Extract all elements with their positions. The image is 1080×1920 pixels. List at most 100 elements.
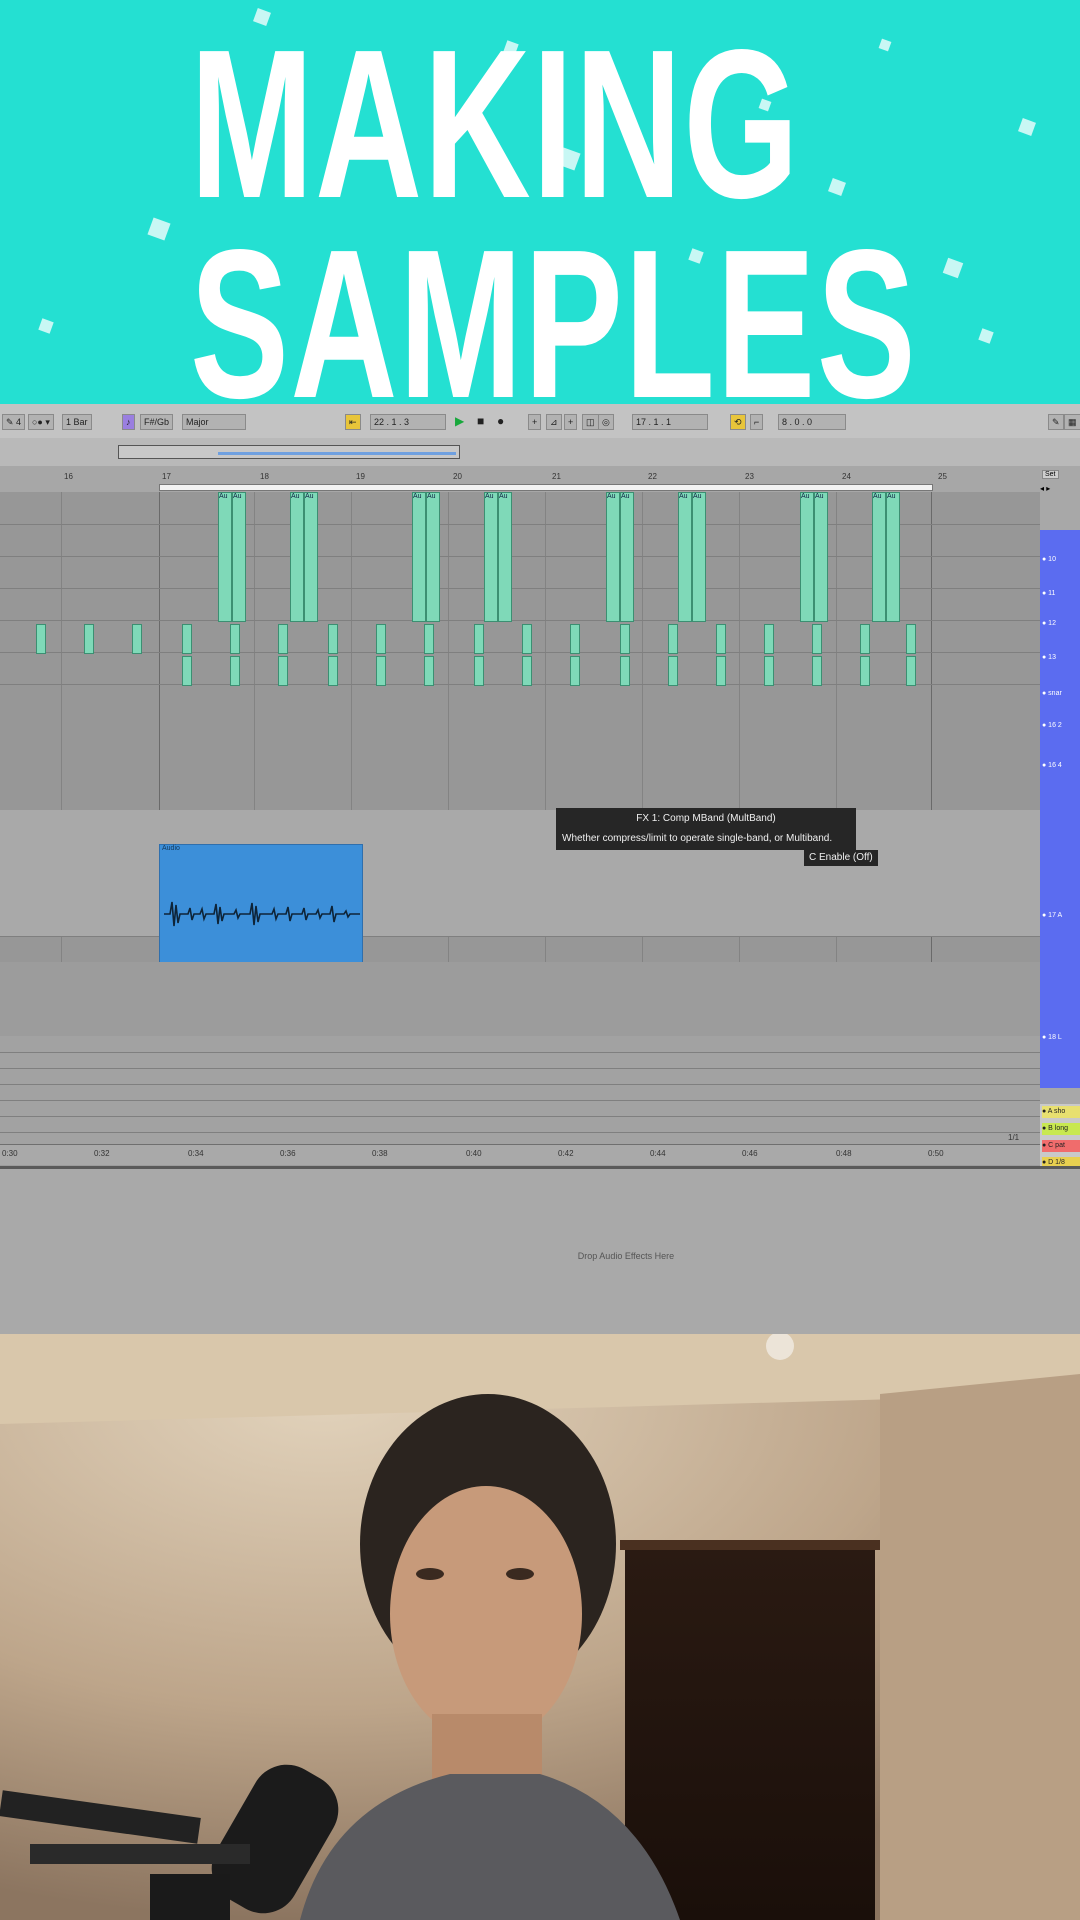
arrangement-view[interactable]: Au Au Au Au Au Au Au Au Au Au Au Au Au Au Au Au Audio F… [0,492,1040,962]
track-lane[interactable] [0,620,1040,653]
drum-audio-clip[interactable]: Au [412,492,426,622]
midi-clip[interactable] [376,624,386,654]
midi-clip[interactable] [764,624,774,654]
time-ruler[interactable]: 0:30 0:32 0:34 0:36 0:38 0:40 0:42 0:44 … [0,1133,1040,1165]
follow-toggle[interactable]: ✎ 4 [2,414,26,430]
midi-clip[interactable] [906,656,916,686]
loop-switch[interactable]: ⟲ [730,414,746,430]
drum-audio-clip[interactable]: Au [304,492,318,622]
overdub-button[interactable]: + [528,414,542,430]
midi-clip[interactable] [860,656,870,686]
drum-audio-clip[interactable]: Au [678,492,692,622]
drum-audio-clip[interactable]: Au [290,492,304,622]
return-track-name[interactable]: ● A sho [1042,1106,1080,1118]
midi-clip[interactable] [278,656,288,686]
track-lane[interactable] [0,652,1040,685]
track-name[interactable]: ● 16 2 [1042,720,1080,732]
midi-clip[interactable] [860,624,870,654]
midi-clip[interactable] [668,656,678,686]
view-toggle-icon[interactable]: ▦ [1064,414,1080,430]
track-name[interactable]: ● 18 L [1042,1032,1080,1044]
midi-clip[interactable] [716,656,726,686]
midi-clip[interactable] [474,624,484,654]
drum-audio-clip[interactable]: Au [620,492,634,622]
device-view[interactable]: Drop Audio Effects Here [0,1166,1080,1337]
metronome-button[interactable]: ◎ [598,414,614,430]
punch-in-button[interactable]: ⌐ [750,414,764,430]
track-name[interactable]: ● snar [1042,688,1080,700]
track-name[interactable]: ● 13 [1042,652,1080,664]
set-button[interactable]: Set [1042,470,1059,479]
scale-selector[interactable]: Major [182,414,246,430]
drum-audio-clip[interactable]: Au [814,492,828,622]
loop-brace[interactable] [159,484,933,491]
track-name[interactable]: ● 10 [1042,554,1080,566]
scale-icon[interactable]: ♪ [122,414,135,430]
midi-clip[interactable] [716,624,726,654]
track-lane[interactable] [0,936,1040,962]
play-button[interactable]: ▶ [452,414,467,428]
midi-clip[interactable] [570,624,580,654]
midi-clip[interactable] [522,656,532,686]
track-name[interactable]: ● 17 A [1042,910,1080,922]
midi-clip[interactable] [376,656,386,686]
stop-button[interactable]: ■ [474,414,487,428]
key-selector[interactable]: F#/Gb [140,414,174,430]
midi-clip[interactable] [522,624,532,654]
track-name[interactable]: ● 16 4 [1042,760,1080,772]
midi-clip[interactable] [182,624,192,654]
drum-audio-clip[interactable]: Au [872,492,886,622]
track-lane-selected[interactable] [0,810,1040,937]
midi-clip[interactable] [230,656,240,686]
drum-audio-clip[interactable]: Au [218,492,232,622]
midi-clip[interactable] [474,656,484,686]
record-quantize-menu[interactable]: ○● ▾ [28,414,54,430]
midi-clip[interactable] [230,624,240,654]
drum-audio-clip[interactable]: Au [692,492,706,622]
midi-clip[interactable] [812,656,822,686]
audio-clip[interactable]: Audio [159,844,363,962]
midi-clip[interactable] [812,624,822,654]
midi-clip[interactable] [84,624,94,654]
midi-clip[interactable] [278,624,288,654]
track-nav-arrows[interactable]: ◂ ▸ [1040,484,1080,494]
return-track-name[interactable]: ● C pat [1042,1140,1080,1152]
loop-length-field[interactable]: 8 . 0 . 0 [778,414,846,430]
automation-arm-button[interactable]: ⊿ [546,414,562,430]
record-button[interactable]: ● [494,414,507,428]
midi-clip[interactable] [36,624,46,654]
midi-clip[interactable] [620,624,630,654]
draw-mode-icon[interactable]: ✎ [1048,414,1064,430]
track-name[interactable]: ● 11 [1042,588,1080,600]
track-name[interactable]: ● 12 [1042,618,1080,630]
beat-time-ruler[interactable]: 16 17 18 19 20 21 22 23 24 25 [0,466,1040,493]
drum-audio-clip[interactable]: Au [886,492,900,622]
midi-clip[interactable] [424,656,434,686]
midi-clip[interactable] [424,624,434,654]
track-lane[interactable] [0,684,1040,811]
back-to-arrangement-button[interactable]: ⇤ [345,414,361,430]
drum-audio-clip[interactable]: Au [232,492,246,622]
drum-audio-clip[interactable]: Au [426,492,440,622]
drum-audio-clip[interactable]: Au [606,492,620,622]
midi-clip[interactable] [620,656,630,686]
quantize-menu[interactable]: 1 Bar [62,414,92,430]
midi-clip[interactable] [906,624,916,654]
midi-clip[interactable] [182,656,192,686]
midi-clip[interactable] [764,656,774,686]
return-track-name[interactable]: ● B long [1042,1123,1080,1135]
midi-clip[interactable] [570,656,580,686]
song-position-field[interactable]: 22 . 1 . 3 [370,414,446,430]
drum-audio-clip[interactable]: Au [498,492,512,622]
drum-audio-clip[interactable]: Au [800,492,814,622]
midi-clip[interactable] [668,624,678,654]
session-record-button[interactable]: + [564,414,578,430]
drum-audio-clip[interactable]: Au [484,492,498,622]
midi-clip[interactable] [328,624,338,654]
return-tracks-area[interactable] [0,1036,1040,1154]
loop-start-field[interactable]: 17 . 1 . 1 [632,414,708,430]
arrangement-overview[interactable] [0,438,1080,467]
midi-clip[interactable] [132,624,142,654]
capture-button[interactable]: ◫ [582,414,599,430]
midi-clip[interactable] [328,656,338,686]
